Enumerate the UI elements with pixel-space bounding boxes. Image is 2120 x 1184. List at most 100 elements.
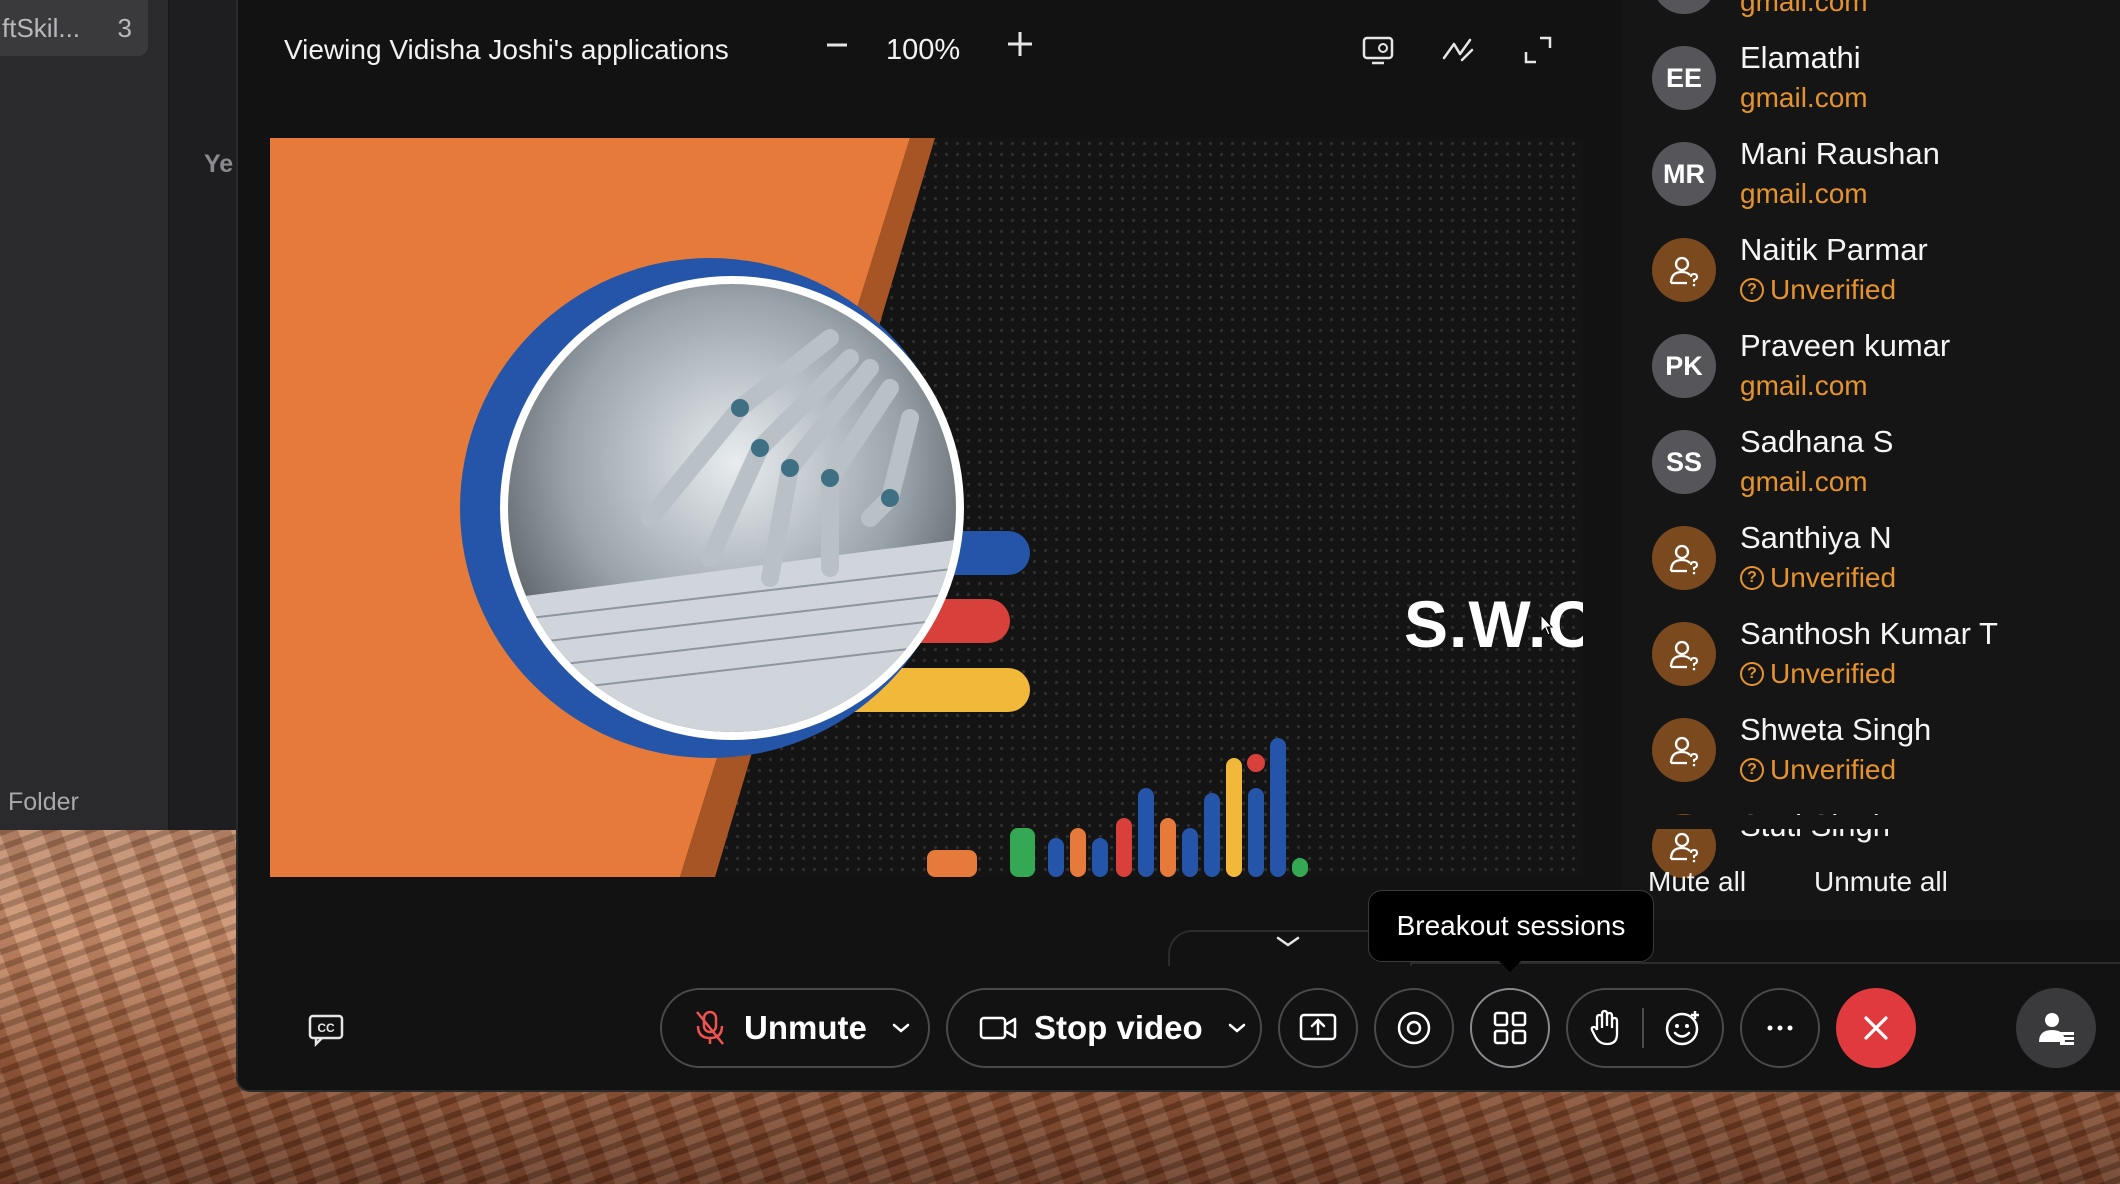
- participant-email: gmail.com: [1740, 178, 1868, 209]
- chevron-down-icon[interactable]: [889, 1016, 913, 1040]
- participant-row[interactable]: PK Praveen kumar gmail.com: [1652, 328, 2112, 418]
- unverified-label: Unverified: [1770, 274, 1897, 305]
- breakout-sessions-tooltip: Breakout sessions: [1368, 890, 1654, 962]
- mouse-cursor-icon: [1540, 614, 1554, 636]
- screen-share-options-button[interactable]: [1360, 32, 1396, 68]
- participant-row[interactable]: SS Sadhana S gmail.com: [1652, 424, 2112, 514]
- participant-email: gmail.com: [1740, 0, 1868, 17]
- zoom-level: 100%: [886, 34, 961, 66]
- unverified-status: ? Unverified: [1740, 274, 1896, 306]
- avatar: PK: [1652, 334, 1716, 398]
- annotate-icon: [1442, 38, 1474, 62]
- avatar: [1652, 0, 1716, 14]
- more-options-icon: [1767, 1025, 1793, 1031]
- screen-share-options-icon: [1362, 36, 1394, 65]
- record-button[interactable]: [1374, 988, 1454, 1068]
- participant-name: Santhosh Kumar T: [1740, 616, 1998, 651]
- chevron-down-icon[interactable]: [1225, 1016, 1249, 1040]
- guest-user-icon: [1669, 832, 1699, 863]
- background-window: ftSkil... 3 Folder Ye: [0, 0, 240, 830]
- unverified-status: ? Unverified: [1740, 658, 1896, 690]
- avatar-initials: PK: [1665, 350, 1703, 381]
- guest-user-icon: [1669, 544, 1699, 575]
- avatar: [1652, 718, 1716, 782]
- annotate-button[interactable]: [1440, 32, 1476, 68]
- stop-video-label: Stop video: [1034, 1009, 1203, 1046]
- background-chip[interactable]: ftSkil... 3: [0, 0, 148, 56]
- leave-meeting-button[interactable]: [1836, 988, 1916, 1068]
- participant-row[interactable]: Shweta Singh? Unverified: [1652, 712, 2112, 802]
- avatar: [1652, 238, 1716, 302]
- reactions-separator: [1641, 1008, 1644, 1048]
- participant-email: gmail.com: [1740, 466, 1868, 497]
- slide-bars: [927, 738, 1308, 877]
- video-camera-icon: [979, 1016, 1017, 1040]
- unverified-status: ? Unverified: [1740, 754, 1896, 786]
- participant-row[interactable]: MR Mani Raushan gmail.com: [1652, 136, 2112, 226]
- closed-captions-icon[interactable]: CC: [306, 1008, 346, 1048]
- participant-row[interactable]: Santhiya N? Unverified: [1652, 520, 2112, 610]
- share-screen-icon: [1299, 1013, 1337, 1041]
- slide-graphic: [270, 138, 1308, 877]
- participant-email: gmail.com: [1740, 82, 1868, 113]
- background-chip-count: 3: [117, 12, 132, 43]
- guest-user-icon: [1669, 256, 1699, 287]
- avatar: EE: [1652, 46, 1716, 110]
- participant-name: Mani Raushan: [1740, 136, 1940, 171]
- question-icon: ?: [1740, 662, 1764, 686]
- participant-name: Sadhana S: [1740, 424, 1894, 459]
- more-options-button[interactable]: [1740, 988, 1820, 1068]
- minus-icon: [827, 43, 847, 47]
- avatar: SS: [1652, 430, 1716, 494]
- stop-video-button[interactable]: Stop video: [946, 988, 1262, 1068]
- avatar: [1652, 622, 1716, 686]
- background-folder-label[interactable]: Folder: [8, 788, 79, 817]
- fullscreen-icon: [1524, 36, 1552, 64]
- add-reaction-icon[interactable]: [1663, 1008, 1703, 1048]
- sharing-title: Viewing Vidisha Joshi's applications: [284, 34, 729, 65]
- breakout-sessions-button[interactable]: [1470, 988, 1550, 1068]
- avatar-initials: SS: [1665, 446, 1703, 477]
- background-sidebar: ftSkil... 3 Folder: [0, 0, 170, 830]
- participants-button[interactable]: [2016, 988, 2096, 1068]
- question-icon: ?: [1740, 278, 1764, 302]
- grid-icon: [1493, 1011, 1527, 1045]
- plus-icon: [1008, 32, 1032, 56]
- participant-row[interactable]: EE Elamathi gmail.com: [1652, 40, 2112, 130]
- zoom-out-button[interactable]: [822, 30, 852, 66]
- participant-name: Naitik Parmar: [1740, 232, 1928, 267]
- participant-name: Praveen kumar: [1740, 328, 1951, 363]
- participant-name: Elamathi: [1740, 40, 1861, 75]
- share-screen-button[interactable]: [1278, 988, 1358, 1068]
- mute-all-button[interactable]: Mute all: [1648, 866, 1746, 898]
- background-chip-label: ftSkil...: [2, 12, 81, 43]
- close-icon: [1864, 1016, 1888, 1040]
- participant-email: gmail.com: [1740, 370, 1868, 401]
- participant-row[interactable]: gmail.com: [1652, 0, 2112, 34]
- tooltip-arrow: [1496, 958, 1524, 972]
- unverified-label: Unverified: [1770, 754, 1897, 785]
- fullscreen-button[interactable]: [1520, 32, 1556, 68]
- unmute-button[interactable]: Unmute: [660, 988, 930, 1068]
- unverified-label: Unverified: [1770, 658, 1897, 689]
- participant-name: Shweta Singh: [1740, 712, 1932, 747]
- guest-user-icon: [1669, 736, 1699, 767]
- slide-title: S.W.O.T: [1404, 587, 1583, 661]
- question-icon: ?: [1740, 566, 1764, 590]
- reactions-group: [1566, 988, 1724, 1068]
- raise-hand-icon[interactable]: [1587, 1008, 1623, 1048]
- unmute-all-button[interactable]: Unmute all: [1814, 866, 1948, 898]
- unverified-status: ? Unverified: [1740, 562, 1896, 594]
- chevron-down-icon[interactable]: [1268, 928, 1308, 958]
- participant-row[interactable]: Naitik Parmar? Unverified: [1652, 232, 2112, 322]
- zoom-in-button[interactable]: [1004, 28, 1036, 67]
- background-partial-text: Ye: [204, 150, 234, 178]
- guest-user-icon: [1669, 640, 1699, 671]
- participant-row[interactable]: Santhosh Kumar T? Unverified: [1652, 616, 2112, 706]
- question-icon: ?: [1740, 758, 1764, 782]
- microphone-muted-icon: [696, 1010, 724, 1045]
- participants-list-clip: [1622, 815, 2120, 829]
- avatar-initials: MR: [1663, 158, 1705, 189]
- shared-screen: S.W.O.T: [270, 138, 1583, 877]
- avatar: MR: [1652, 142, 1716, 206]
